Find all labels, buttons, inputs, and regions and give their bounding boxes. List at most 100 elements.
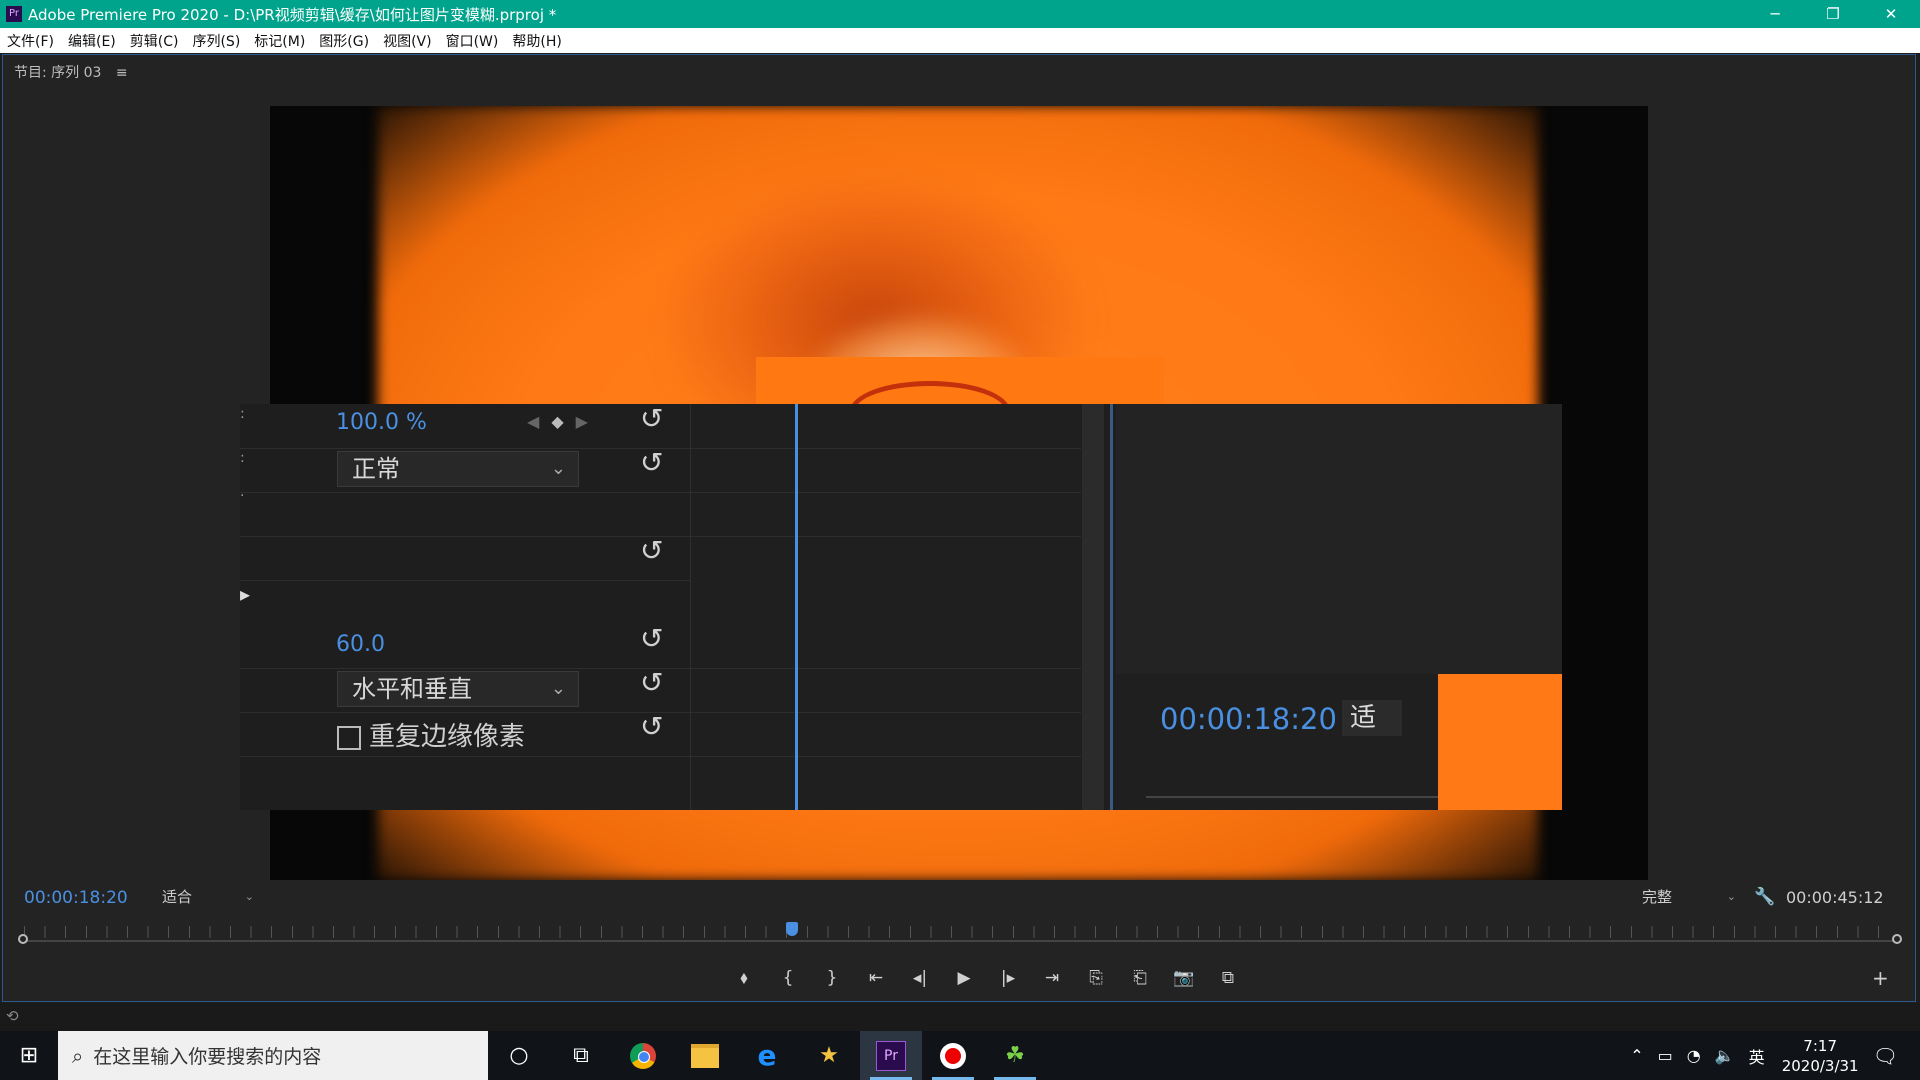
- lift-button[interactable]: ⎘: [1074, 968, 1118, 988]
- button-editor-button[interactable]: +: [1872, 966, 1889, 990]
- panel-divider[interactable]: [1110, 404, 1113, 810]
- menu-view[interactable]: 视图(V): [376, 31, 439, 51]
- menu-graphics[interactable]: 图形(G): [312, 31, 376, 51]
- time-ruler[interactable]: [18, 920, 1902, 948]
- notification-icon[interactable]: 🗨: [1873, 1044, 1898, 1068]
- repeat-edge-row: 重复边缘像素 ↺: [240, 710, 690, 757]
- blur-dimensions-dropdown[interactable]: 水平和垂直 ⌄: [337, 671, 579, 707]
- zoom-handle-left[interactable]: [18, 934, 28, 944]
- step-forward-button[interactable]: |▸: [986, 968, 1030, 988]
- minimize-button[interactable]: ─: [1746, 0, 1804, 28]
- clock-time: 7:17: [1803, 1036, 1837, 1055]
- zoom-level-select[interactable]: 适合 ⌄: [156, 886, 258, 908]
- premiere-pro-taskbar-icon[interactable]: Pr: [860, 1031, 922, 1080]
- go-to-out-button[interactable]: ⇥: [1030, 968, 1074, 988]
- repeat-edge-checkbox[interactable]: 重复边缘像素: [337, 716, 525, 753]
- prev-keyframe-icon[interactable]: ◀: [527, 412, 539, 431]
- effect-keyframe-timeline[interactable]: [690, 404, 1081, 810]
- extract-button[interactable]: ⎗: [1118, 968, 1162, 988]
- search-placeholder: 在这里输入你要搜索的内容: [93, 1046, 322, 1068]
- effect-playhead[interactable]: [795, 404, 798, 810]
- zoom-scroll-track[interactable]: [24, 940, 1896, 942]
- premiere-app-icon: Pr: [6, 6, 22, 22]
- volume-icon[interactable]: 🔈: [1715, 1046, 1735, 1065]
- repeat-edge-label: 重复边缘像素: [369, 722, 526, 752]
- timeline-row: [691, 448, 1081, 493]
- menu-window[interactable]: 窗口(W): [439, 31, 506, 51]
- play-button[interactable]: ▶: [942, 968, 986, 988]
- wrench-icon[interactable]: 🔧: [1754, 887, 1775, 907]
- taskbar-search[interactable]: ⌕ 在这里输入你要搜索的内容: [58, 1031, 488, 1080]
- add-marker-button[interactable]: ⬧: [722, 968, 766, 988]
- reset-icon[interactable]: ↺: [640, 622, 663, 655]
- monitor-controls-row: 00:00:18:20 适合 ⌄ 完整 ⌄ 🔧 00:00:45:12: [0, 884, 1920, 914]
- playhead-marker[interactable]: [785, 922, 798, 936]
- chrome-icon[interactable]: [612, 1031, 674, 1080]
- add-keyframe-icon[interactable]: ◆: [551, 412, 563, 431]
- export-frame-button[interactable]: 📷: [1162, 968, 1206, 988]
- zoom-level-value: 适合: [162, 888, 193, 906]
- step-back-button[interactable]: ◂|: [898, 968, 942, 988]
- mark-in-button[interactable]: {: [766, 968, 810, 988]
- blurriness-row: 60.0 ↺: [240, 622, 690, 669]
- video-edge-visible: [1438, 674, 1562, 810]
- playback-resolution-select[interactable]: 完整 ⌄: [1638, 886, 1740, 908]
- reset-icon[interactable]: ↺: [640, 666, 663, 699]
- gaussian-blur-row: ↺: [240, 534, 690, 581]
- source-time-ruler[interactable]: [1146, 778, 1438, 798]
- chevron-down-icon: ⌄: [550, 458, 566, 479]
- menu-edit[interactable]: 编辑(E): [61, 31, 123, 51]
- next-keyframe-icon[interactable]: ▶: [576, 412, 588, 431]
- clover-icon[interactable]: ☘: [984, 1031, 1046, 1080]
- source-timecode[interactable]: 00:00:18:20: [1160, 702, 1337, 736]
- sync-icon[interactable]: ⟲: [6, 1007, 19, 1025]
- file-explorer-icon[interactable]: [674, 1031, 736, 1080]
- go-to-in-button[interactable]: ⇤: [854, 968, 898, 988]
- effect-scrollbar[interactable]: [1082, 404, 1104, 810]
- restore-button[interactable]: ❐: [1804, 0, 1862, 28]
- menu-file[interactable]: 文件(F): [0, 31, 61, 51]
- input-language[interactable]: 英: [1749, 1044, 1765, 1068]
- opacity-value[interactable]: 100.0 %: [336, 410, 427, 435]
- task-view-icon[interactable]: ⧉: [550, 1031, 612, 1080]
- cortana-icon[interactable]: ○: [488, 1031, 550, 1080]
- panel-menu-icon[interactable]: ≡: [116, 65, 128, 81]
- recorder-icon[interactable]: [922, 1031, 984, 1080]
- menu-markers[interactable]: 标记(M): [247, 31, 312, 51]
- premiere-badge: Pr: [876, 1041, 906, 1071]
- blend-mode-dropdown[interactable]: 正常 ⌄: [337, 451, 579, 487]
- windows-start-icon[interactable]: ⊞: [0, 1043, 58, 1068]
- menu-clip[interactable]: 剪辑(C): [123, 31, 186, 51]
- taskbar: ⊞ ⌕ 在这里输入你要搜索的内容 ○ ⧉ e ★ Pr ☘ ⌃ ▭ ◔ 🔈 英 …: [0, 1031, 1920, 1080]
- reset-icon[interactable]: ↺: [640, 534, 663, 567]
- battery-icon[interactable]: ▭: [1658, 1046, 1673, 1065]
- menu-sequence[interactable]: 序列(S): [185, 31, 247, 51]
- search-icon: ⌕: [72, 1043, 84, 1068]
- reset-icon[interactable]: ↺: [640, 710, 663, 743]
- edge-icon[interactable]: e: [736, 1031, 798, 1080]
- comparison-view-button[interactable]: ⧉: [1206, 968, 1250, 988]
- system-tray: ⌃ ▭ ◔ 🔈 英 7:17 2020/3/31 🗨: [1623, 1031, 1920, 1080]
- playhead-timecode[interactable]: 00:00:18:20: [24, 888, 128, 908]
- favorites-icon[interactable]: ★: [798, 1031, 860, 1080]
- zoom-handle-right[interactable]: [1892, 934, 1902, 944]
- timeline-row: [691, 668, 1081, 713]
- source-fit-dropdown[interactable]: 适: [1342, 700, 1402, 736]
- program-monitor-tab[interactable]: 节目: 序列 03 ≡: [14, 62, 128, 82]
- timeline-row: [691, 712, 1081, 757]
- clock[interactable]: 7:17 2020/3/31: [1782, 1036, 1859, 1076]
- checkbox-icon[interactable]: [337, 725, 361, 750]
- duration-timecode: 00:00:45:12: [1786, 888, 1884, 907]
- chevron-down-icon: ⌄: [1726, 890, 1736, 903]
- menu-help[interactable]: 帮助(H): [505, 31, 568, 51]
- reset-icon[interactable]: ↺: [640, 402, 663, 435]
- close-button[interactable]: ✕: [1862, 0, 1920, 28]
- reset-icon[interactable]: ↺: [640, 446, 663, 479]
- chevron-up-icon[interactable]: ⌃: [1630, 1046, 1643, 1065]
- window-title: Adobe Premiere Pro 2020 - D:\PR视频剪辑\缓存\如…: [28, 5, 557, 24]
- mark-out-button[interactable]: }: [810, 968, 854, 988]
- wifi-icon[interactable]: ◔: [1687, 1046, 1701, 1065]
- playback-resolution-value: 完整: [1642, 888, 1673, 906]
- chevron-down-icon: ⌄: [550, 678, 566, 699]
- blurriness-value[interactable]: 60.0: [336, 632, 385, 657]
